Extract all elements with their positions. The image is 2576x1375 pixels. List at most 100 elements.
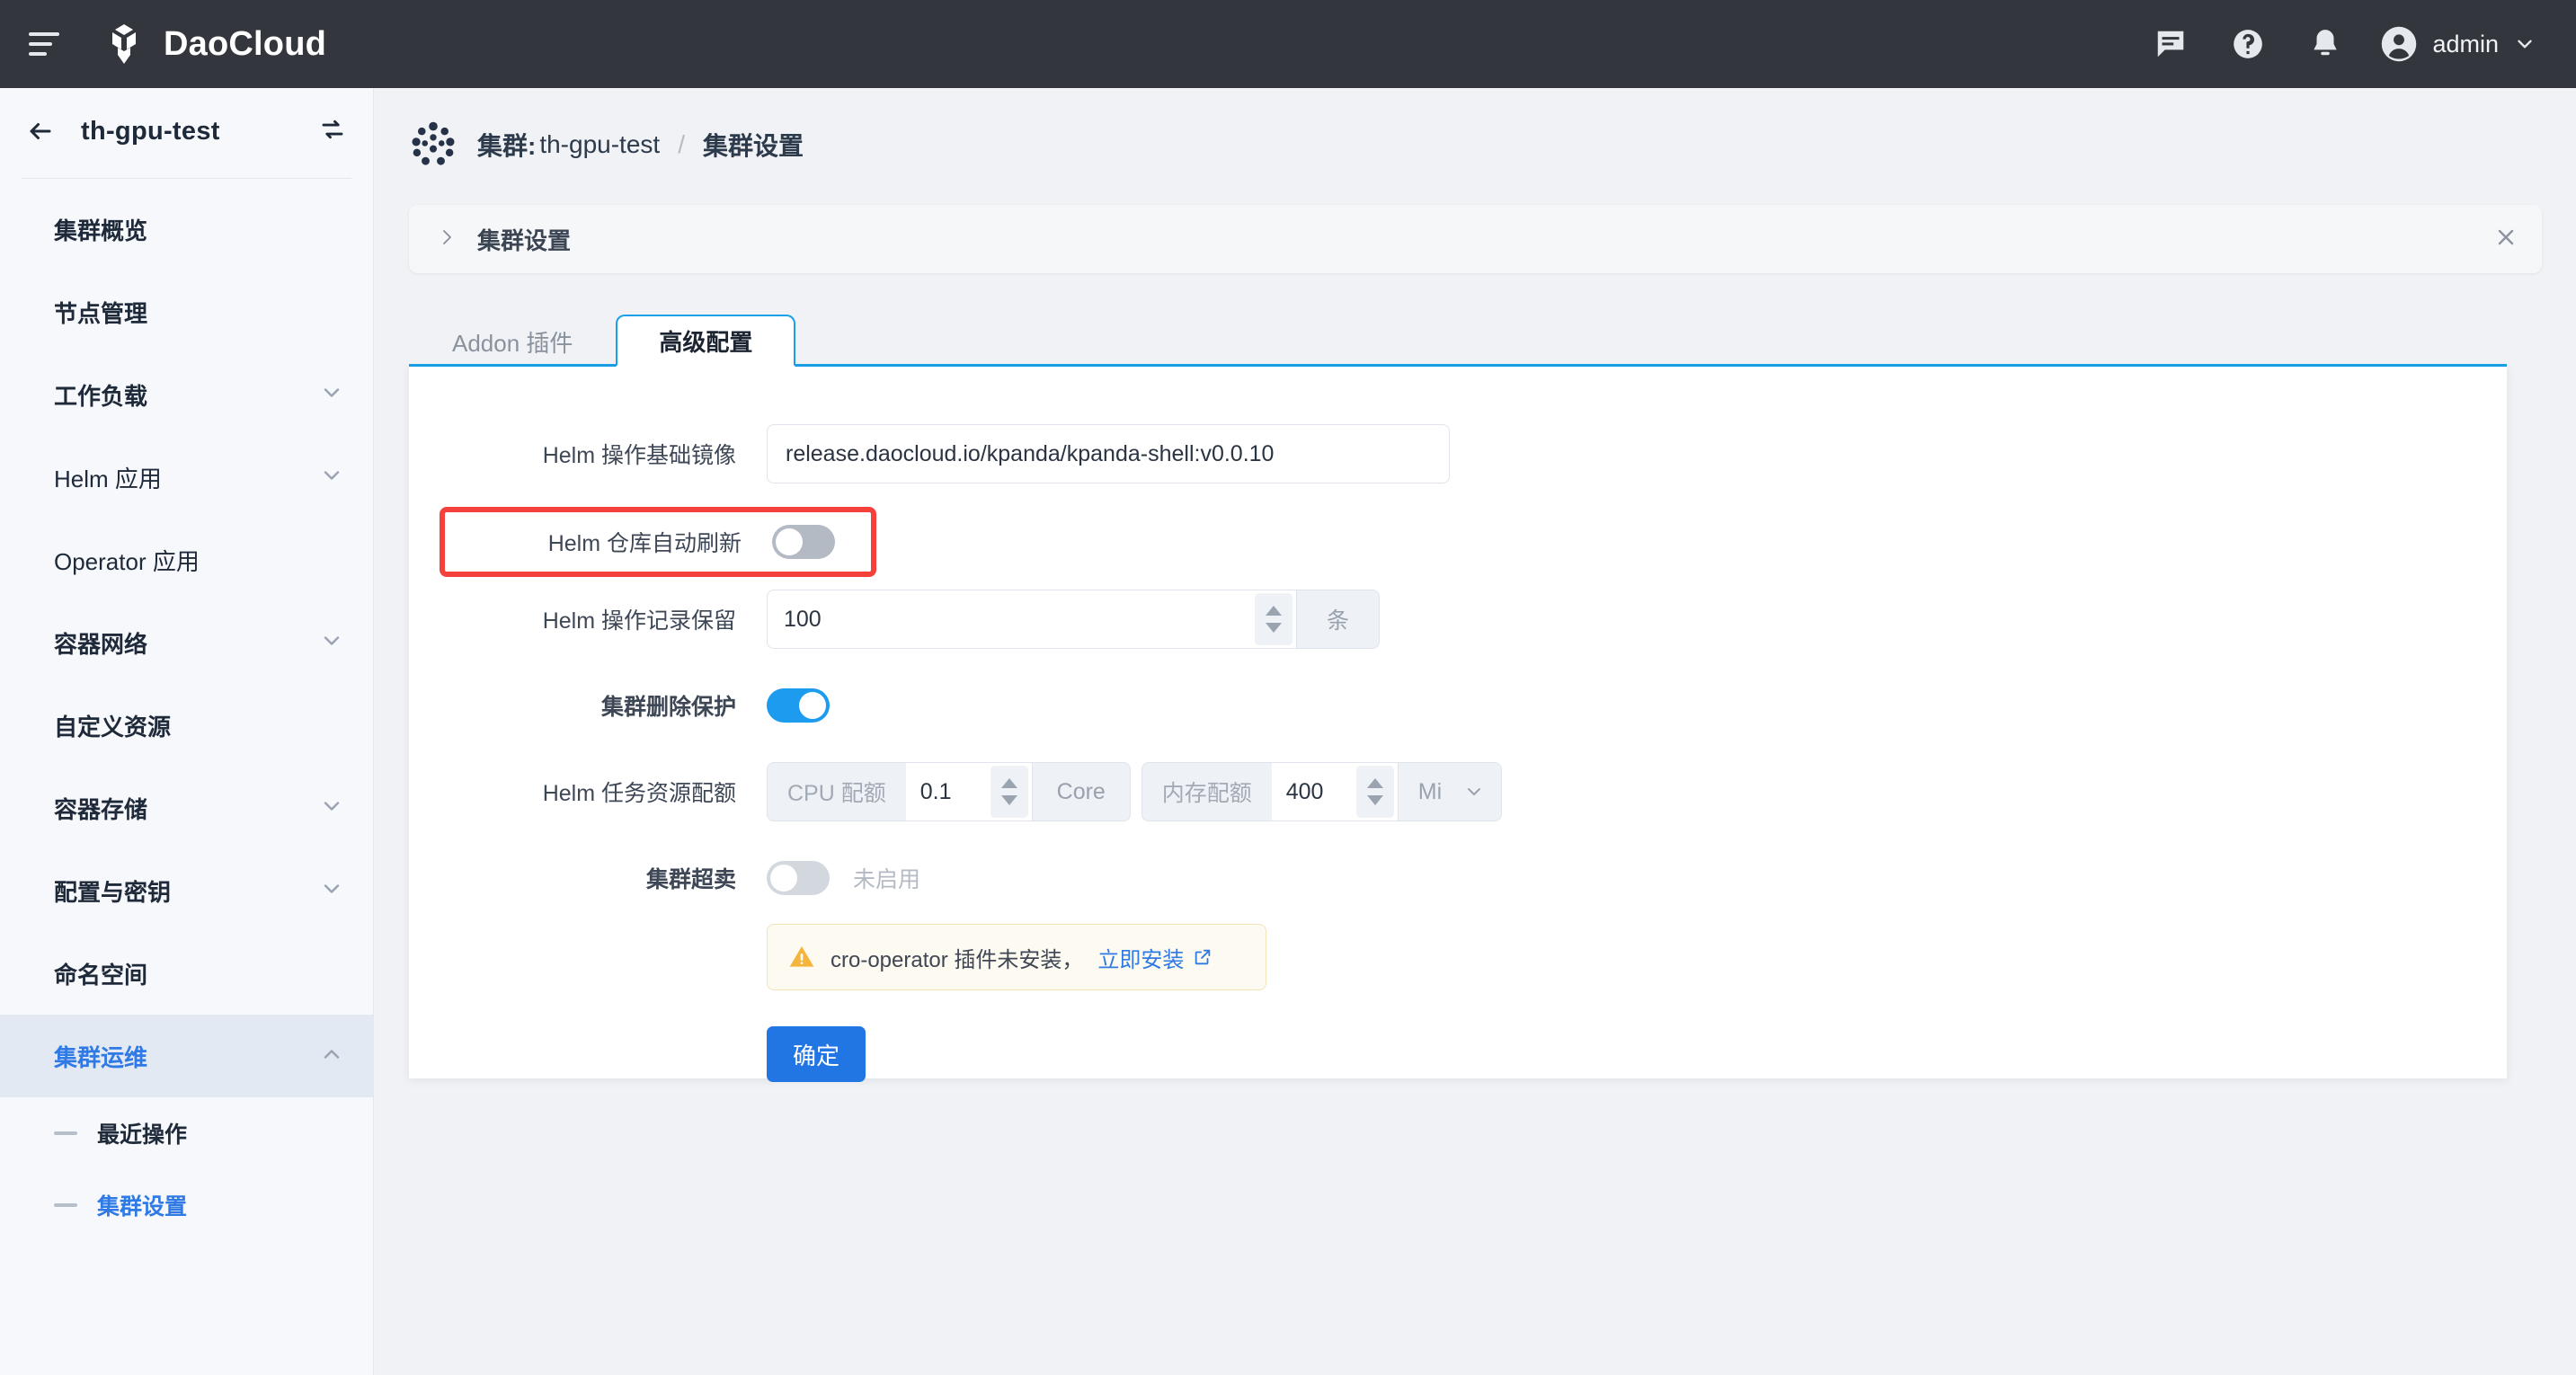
external-link-icon[interactable] — [1193, 947, 1212, 967]
toggle-knob — [770, 865, 797, 892]
avatar — [2380, 25, 2418, 63]
sidebar-divider — [22, 178, 351, 179]
memory-quota-unit-value: Mi — [1418, 779, 1442, 805]
tab-label: 高级配置 — [659, 324, 752, 358]
confirm-button[interactable]: 确定 — [767, 1026, 866, 1082]
helm-record-retention-field[interactable] — [767, 590, 1297, 649]
sidebar-item-node-management[interactable]: 节点管理 — [0, 271, 373, 353]
form-row-cluster-delete-protection: 集群删除保护 — [409, 672, 2507, 739]
tab-label: Addon 插件 — [452, 325, 573, 359]
sidebar-item-label: 配置与密钥 — [54, 874, 171, 908]
back-arrow-icon[interactable] — [25, 118, 56, 145]
field-label: Helm 操作记录保留 — [409, 603, 767, 635]
sidebar-item-workloads[interactable]: 工作负载 — [0, 353, 373, 436]
alert-message: cro-operator 插件未安装， — [831, 942, 1083, 973]
chevron-down-icon — [319, 380, 344, 410]
brand-name: DaoCloud — [164, 25, 326, 64]
cpu-quota-unit: Core — [1032, 762, 1131, 821]
stepper-down-icon[interactable] — [1001, 795, 1017, 805]
cro-operator-warning-alert: cro-operator 插件未安装， 立即安装 — [767, 924, 1266, 990]
daocloud-logo-icon — [102, 22, 146, 66]
chat-icon[interactable] — [2132, 0, 2209, 88]
sidebar-item-cluster-overview[interactable]: 集群概览 — [0, 188, 373, 271]
sidebar-subitem-recent-operations[interactable]: 最近操作 — [0, 1097, 373, 1169]
memory-quota-prefix-label: 内存配额 — [1141, 762, 1272, 821]
sidebar-cluster-name: th-gpu-test — [81, 117, 220, 146]
stepper-up-icon[interactable] — [1001, 778, 1017, 788]
breadcrumb-cluster[interactable]: th-gpu-test — [539, 130, 660, 159]
helm-base-image-input[interactable] — [767, 424, 1450, 483]
stepper-up-icon[interactable] — [1367, 778, 1383, 788]
chevron-down-icon — [319, 794, 344, 823]
form-row-helm-task-quota: Helm 任务资源配额 CPU 配额 Core 内存配额 — [409, 758, 2507, 825]
helm-record-retention-input[interactable] — [768, 591, 1255, 647]
brand[interactable]: DaoCloud — [102, 22, 326, 66]
sidebar-item-namespaces[interactable]: 命名空间 — [0, 932, 373, 1015]
sidebar-item-label: Operator 应用 — [54, 544, 200, 577]
sidebar-item-cluster-operations[interactable]: 集群运维 — [0, 1015, 373, 1097]
memory-quota-field[interactable] — [1272, 762, 1398, 821]
tabs: Addon 插件 高级配置 — [409, 315, 2576, 367]
cpu-quota-input[interactable] — [906, 764, 990, 820]
sidebar-item-label: Helm 应用 — [54, 461, 162, 494]
sidebar-item-container-storage[interactable]: 容器存储 — [0, 767, 373, 849]
memory-quota-input[interactable] — [1272, 764, 1356, 820]
collapsible-panel-header[interactable]: 集群设置 — [409, 205, 2542, 273]
cpu-quota-stepper[interactable] — [990, 766, 1028, 818]
sidebar-subitem-label: 集群设置 — [97, 1189, 187, 1221]
stepper-down-icon[interactable] — [1266, 623, 1282, 633]
sidebar-item-helm-apps[interactable]: Helm 应用 — [0, 436, 373, 519]
tab-addon-plugins[interactable]: Addon 插件 — [409, 315, 616, 367]
stepper-up-icon[interactable] — [1266, 606, 1282, 616]
cpu-quota-prefix-label: CPU 配额 — [767, 762, 906, 821]
bell-icon[interactable] — [2287, 0, 2364, 88]
install-now-link[interactable]: 立即安装 — [1097, 942, 1184, 973]
memory-quota-group: 内存配额 Mi — [1141, 762, 1502, 821]
sidebar-item-operator-apps[interactable]: Operator 应用 — [0, 519, 373, 601]
tab-advanced-config[interactable]: 高级配置 — [616, 315, 795, 367]
sidebar-item-container-network[interactable]: 容器网络 — [0, 601, 373, 684]
toggle-knob — [799, 692, 826, 719]
chevron-right-icon[interactable] — [436, 226, 457, 253]
field-label: Helm 仓库自动刷新 — [445, 526, 772, 558]
settings-card: Helm 操作基础镜像 Helm 仓库自动刷新 Helm 操作记录保留 — [409, 367, 2507, 1078]
help-icon[interactable] — [2209, 0, 2287, 88]
cpu-quota-group: CPU 配额 Core — [767, 762, 1131, 821]
topbar-actions: admin — [2132, 0, 2576, 88]
chevron-down-icon[interactable] — [1463, 781, 1485, 803]
form-row-cluster-oversell: 集群超卖 未启用 — [409, 845, 2507, 911]
sidebar-item-custom-resources[interactable]: 自定义资源 — [0, 684, 373, 767]
field-label: Helm 任务资源配额 — [409, 776, 767, 808]
chevron-up-icon — [319, 1042, 344, 1071]
toggle-knob — [776, 528, 803, 555]
stepper-down-icon[interactable] — [1367, 795, 1383, 805]
form-actions: 确定 — [767, 1026, 2507, 1082]
cluster-delete-protection-toggle[interactable] — [767, 688, 830, 723]
chevron-down-icon[interactable] — [2513, 32, 2536, 56]
sidebar-item-label: 容器存储 — [54, 792, 147, 825]
helm-repo-auto-refresh-toggle[interactable] — [772, 525, 835, 559]
user-menu[interactable]: admin — [2364, 0, 2545, 88]
breadcrumb-separator: / — [678, 130, 685, 159]
form-row-helm-record-retention: Helm 操作记录保留 条 — [409, 586, 2507, 652]
cluster-oversell-toggle[interactable] — [767, 861, 830, 895]
dash-icon — [54, 1203, 77, 1207]
field-label: 集群超卖 — [409, 862, 767, 894]
sidebar-nav: 集群概览 节点管理 工作负载 Helm 应用 Operator 应用 容器网络 … — [0, 188, 373, 1241]
cpu-quota-field[interactable] — [906, 762, 1032, 821]
helm-record-retention-stepper[interactable] — [1255, 593, 1292, 645]
helm-record-retention-unit: 条 — [1297, 590, 1380, 649]
switch-cluster-icon[interactable] — [319, 116, 346, 147]
memory-quota-stepper[interactable] — [1356, 766, 1394, 818]
form-row-helm-base-image: Helm 操作基础镜像 — [409, 421, 2507, 487]
sidebar-subitem-cluster-settings[interactable]: 集群设置 — [0, 1169, 373, 1241]
sidebar-item-label: 节点管理 — [54, 296, 147, 329]
memory-quota-unit-select[interactable]: Mi — [1398, 762, 1502, 821]
sidebar-item-config-and-secrets[interactable]: 配置与密钥 — [0, 849, 373, 932]
sidebar-header: th-gpu-test — [0, 88, 373, 174]
field-label: Helm 操作基础镜像 — [409, 438, 767, 470]
close-icon[interactable] — [2493, 225, 2518, 254]
sidebar-item-label: 容器网络 — [54, 626, 147, 660]
main-content: 集群: th-gpu-test / 集群设置 集群设置 Addon 插件 高级配… — [375, 88, 2576, 1375]
hamburger-icon[interactable] — [29, 32, 59, 56]
